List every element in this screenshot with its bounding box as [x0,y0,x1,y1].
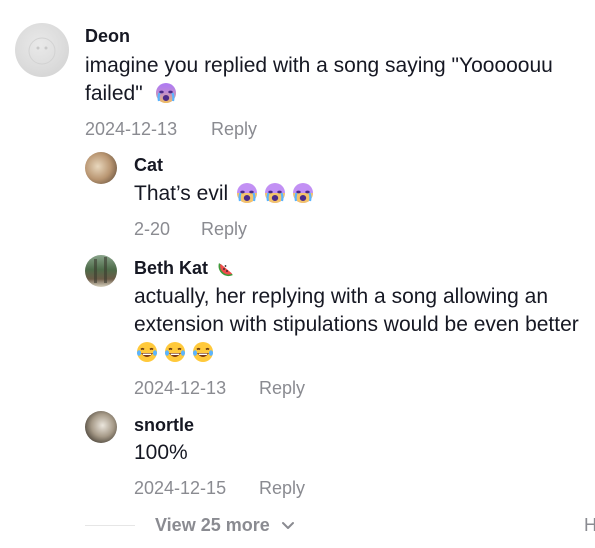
reply-username[interactable]: Cat [134,154,163,176]
reply-username[interactable]: Beth Kat [134,257,237,279]
reply-text: actually, her replying with a song allow… [134,283,589,367]
reply-text-content: That’s evil [134,182,229,205]
view-more-label: View 25 more [155,515,270,535]
view-more-replies-button[interactable]: View 25 more [155,514,295,536]
avatar-snortle[interactable] [85,411,117,443]
comment-username[interactable]: Deon [85,25,130,47]
avatar-beth-kat[interactable] [85,255,117,287]
comment-date: 2024-12-13 [85,119,178,139]
reply-button[interactable]: Reply [201,218,247,240]
crying-face-icon [237,183,257,203]
chevron-down-icon [281,522,294,529]
watermelon-icon [218,263,234,277]
reply-username[interactable]: snortle [134,414,194,436]
reply-text-content: actually, her replying with a song allow… [134,285,579,336]
reply-date: 2-20 [134,219,171,239]
reply-button[interactable]: Reply [259,377,305,399]
divider [85,525,135,526]
reply-username-text: Beth Kat [134,258,209,278]
reply-date: 2024-12-15 [134,478,227,498]
reply-text: That’s evil [134,180,314,208]
crying-face-icon [293,183,313,203]
reply-date: 2024-12-13 [134,378,227,398]
avatar-cat[interactable] [85,152,117,184]
reply-button[interactable]: Reply [211,118,257,140]
hide-button[interactable]: H [584,514,595,536]
laughing-tears-icon [137,342,157,362]
comment-text: imagine you replied with a song saying "… [85,52,595,108]
laughing-tears-icon [165,342,185,362]
reply-button[interactable]: Reply [259,477,305,499]
crying-face-icon [265,183,285,203]
reply-text: 100% [134,441,188,464]
laughing-tears-icon [193,342,213,362]
avatar-deon[interactable] [15,23,69,77]
crying-face-icon [155,83,176,103]
